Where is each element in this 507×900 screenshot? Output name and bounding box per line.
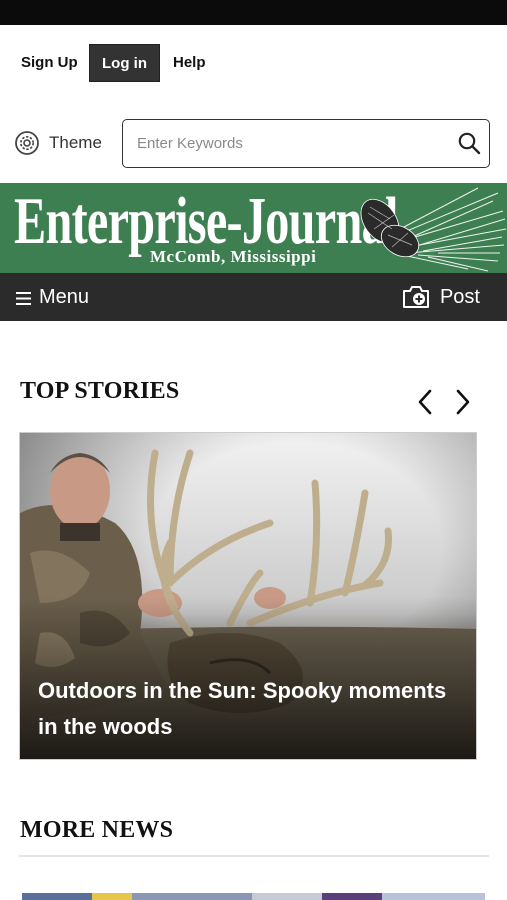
menu-button[interactable]: Menu [16,273,89,321]
top-story-card[interactable]: Outdoors in the Sun: Spooky moments in t… [19,432,477,760]
pine-branch-illustration [360,187,507,272]
search-box [122,119,490,168]
top-stories-heading: TOP STORIES [20,378,180,404]
search-input[interactable] [137,120,437,166]
more-news-heading: MORE NEWS [20,817,174,843]
masthead-logo[interactable]: Enterprise-Journal McComb, Mississippi [0,183,507,273]
status-bar [0,0,507,25]
top-story-headline[interactable]: Outdoors in the Sun: Spooky moments in t… [38,673,458,745]
more-news-thumbnail[interactable] [22,893,485,900]
log-in-button[interactable]: Log in [89,44,160,82]
theme-label: Theme [49,133,102,152]
search-icon[interactable] [457,131,481,155]
theme-button[interactable]: Theme [14,128,102,158]
chevron-left-icon[interactable] [416,388,434,416]
gear-icon [15,131,39,155]
post-button[interactable]: Post [402,273,480,321]
masthead-subtitle: McComb, Mississippi [150,247,317,266]
section-divider [19,855,489,857]
chevron-right-icon[interactable] [454,388,472,416]
hamburger-icon [16,292,31,305]
camera-plus-icon [402,286,429,308]
sign-up-link[interactable]: Sign Up [21,44,78,82]
post-label: Post [439,285,480,308]
account-links: Sign Up Log in Help [0,44,507,82]
main-nav-bar: Menu Post [0,273,507,321]
menu-label: Menu [39,285,90,308]
help-link[interactable]: Help [173,44,206,82]
